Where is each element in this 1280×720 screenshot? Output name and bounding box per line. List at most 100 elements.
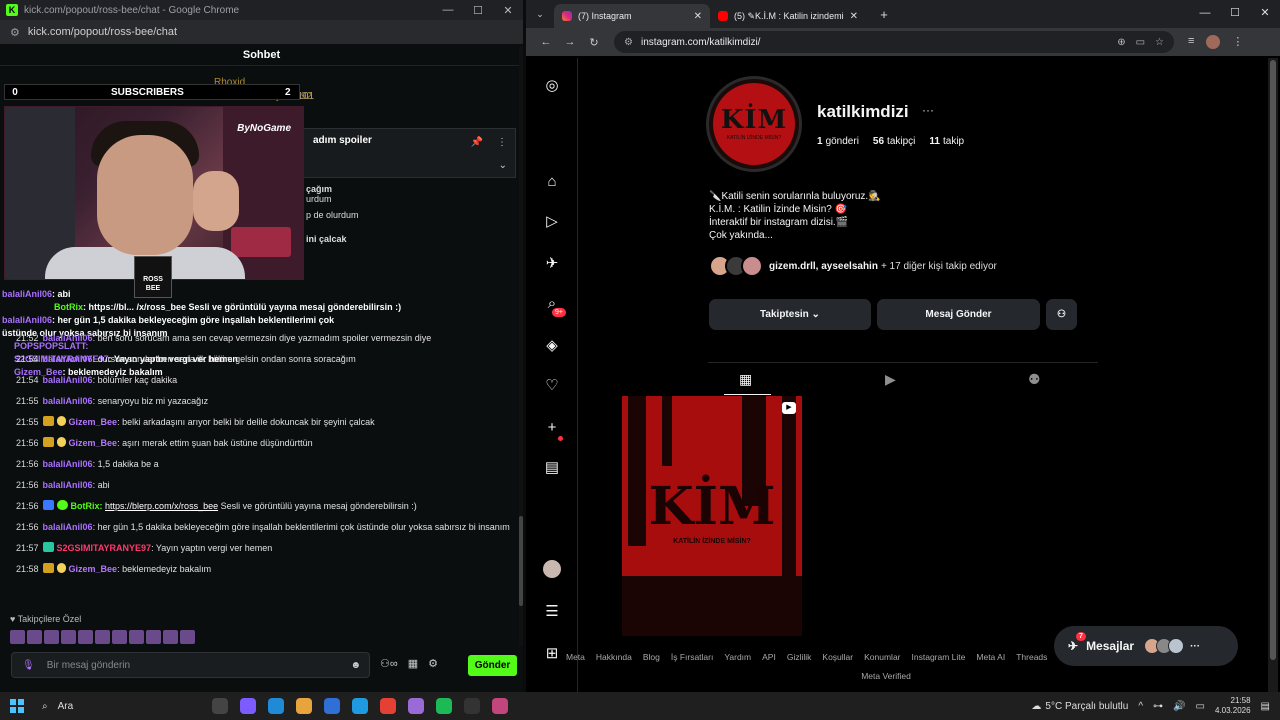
message-username[interactable]: balaliAnil06	[43, 354, 93, 364]
posts-grid-icon[interactable]: ▦	[739, 371, 752, 388]
footer-link[interactable]: Meta	[566, 652, 585, 662]
store-icon[interactable]	[324, 698, 340, 714]
message-username[interactable]: balaliAnil06	[43, 459, 93, 469]
footer-meta-verified[interactable]: Meta Verified	[646, 671, 1126, 681]
emote-icon[interactable]	[146, 630, 161, 644]
chrome-icon[interactable]	[380, 698, 396, 714]
reels-tab-icon[interactable]: ▶	[885, 371, 896, 388]
app-icon[interactable]	[408, 698, 424, 714]
more-options-icon[interactable]: ···	[922, 103, 934, 117]
address-bar[interactable]: ⚙ kick.com/popout/ross-bee/chat	[0, 20, 523, 44]
copilot-icon[interactable]	[240, 698, 256, 714]
forward-icon[interactable]: →	[558, 36, 582, 48]
emote-icon[interactable]	[95, 630, 110, 644]
posts-count[interactable]: 1 gönderi	[817, 136, 859, 147]
profile-avatar[interactable]	[1206, 35, 1221, 49]
new-tab-button[interactable]: +	[872, 4, 896, 28]
emote-icon[interactable]	[163, 630, 178, 644]
tray-chevron-icon[interactable]: ^	[1138, 701, 1143, 712]
emote-icon[interactable]	[78, 630, 93, 644]
pin-icon[interactable]: 📌	[471, 137, 483, 148]
tab-youtube[interactable]: (5) ✎K.İ.M : Katilin izindemisin ✕	[710, 4, 866, 28]
file-explorer-icon[interactable]	[296, 698, 312, 714]
emote-icon[interactable]	[112, 630, 127, 644]
edge-icon[interactable]	[268, 698, 284, 714]
clock[interactable]: 21:58 4.03.2026	[1215, 696, 1251, 716]
taskbar-search[interactable]: ⌕ Ara	[42, 701, 192, 712]
volume-icon[interactable]: 🔊	[1173, 701, 1185, 712]
emote-icon[interactable]	[27, 630, 42, 644]
footer-link[interactable]: Hakkında	[596, 652, 632, 662]
create-plus-icon[interactable]: +	[542, 418, 562, 438]
chevron-down-icon[interactable]: ⌄	[499, 160, 507, 171]
chatters-icon[interactable]: ⚇∞	[380, 657, 398, 670]
battery-icon[interactable]: ▭	[1196, 701, 1205, 712]
footer-link[interactable]: Gizlilik	[787, 652, 812, 662]
message-username[interactable]: S2GSIMITAYRANYE97	[57, 543, 152, 553]
footer-link[interactable]: Koşullar	[822, 652, 853, 662]
menu-hamburger-icon[interactable]: ☰	[542, 602, 562, 622]
address-bar[interactable]: ⚙ instagram.com/katilkimdizi/ ⊕ ▭ ☆	[614, 31, 1174, 53]
tab-instagram[interactable]: (7) Instagram ✕	[554, 4, 710, 28]
reload-icon[interactable]: ↻	[582, 36, 606, 49]
network-icon[interactable]: ⊶	[1153, 701, 1163, 712]
close-tab-icon[interactable]: ✕	[850, 11, 858, 22]
more-options-icon[interactable]: ⋮	[497, 137, 507, 148]
reels-icon[interactable]: ▷	[542, 212, 562, 232]
back-icon[interactable]: ←	[534, 36, 558, 48]
site-settings-icon[interactable]: ⚙	[624, 37, 633, 48]
cast-icon[interactable]: ▭	[1136, 37, 1145, 48]
home-icon[interactable]: ⌂	[542, 172, 562, 192]
message-username[interactable]: balaliAnil06	[43, 375, 93, 385]
profile-picture[interactable]: KİM KATİLİN İZİNDE MİSİN?	[706, 76, 802, 172]
settings-gear-icon[interactable]: ⚙	[428, 657, 438, 670]
message-button[interactable]: Mesaj Gönder	[877, 299, 1040, 330]
spotify-icon[interactable]	[436, 698, 452, 714]
footer-link[interactable]: Yardım	[724, 652, 751, 662]
close-icon[interactable]: ✕	[1250, 0, 1280, 26]
task-view-icon[interactable]	[212, 698, 228, 714]
footer-link[interactable]: Konumlar	[864, 652, 900, 662]
maximize-icon[interactable]: ☐	[463, 4, 493, 17]
close-tab-icon[interactable]: ✕	[694, 11, 702, 22]
dashboard-icon[interactable]: ▤	[542, 458, 562, 478]
emote-icon[interactable]	[61, 630, 76, 644]
weather-widget[interactable]: ☁ 5°C Parçalı bulutlu	[1031, 701, 1128, 712]
outlook-icon[interactable]	[352, 698, 368, 714]
notifications-heart-icon[interactable]: ♡	[542, 376, 562, 396]
close-icon[interactable]: ✕	[493, 4, 523, 17]
minimize-icon[interactable]: —	[433, 4, 463, 17]
obs-icon[interactable]	[464, 698, 480, 714]
footer-link[interactable]: Threads	[1016, 652, 1047, 662]
microphone-icon[interactable]: 🎙	[22, 660, 35, 671]
windows-start-icon[interactable]	[10, 699, 24, 713]
tab-search-icon[interactable]: ⌄	[526, 0, 554, 28]
page-scrollbar[interactable]	[1268, 58, 1278, 692]
store-icon[interactable]: ▦	[408, 657, 418, 670]
message-username[interactable]: Gizem_Bee	[69, 564, 118, 574]
tagged-icon[interactable]: ⚉	[1028, 371, 1041, 388]
explore-icon[interactable]: ◈	[542, 336, 562, 356]
message-link[interactable]: https://blerp.com/x/ross_bee	[105, 501, 218, 511]
footer-link[interactable]: Blog	[643, 652, 660, 662]
following-button[interactable]: Takiptesin ⌄	[709, 299, 871, 330]
pinned-message[interactable]: adım spoiler 📌 ⋮ ⌄	[300, 128, 516, 178]
chat-scrollbar[interactable]	[519, 46, 523, 646]
chat-input[interactable]: 🎙 Bir mesaj gönderin ☻	[11, 652, 370, 678]
footer-link[interactable]: Instagram Lite	[912, 652, 966, 662]
maximize-icon[interactable]: ☐	[1220, 0, 1250, 26]
send-button[interactable]: Gönder	[468, 655, 517, 676]
footer-link[interactable]: Meta AI	[976, 652, 1005, 662]
zoom-icon[interactable]: ⊕	[1117, 37, 1125, 48]
chrome-menu-icon[interactable]: ⋮	[1232, 35, 1243, 49]
notifications-icon[interactable]: ▤	[1261, 701, 1270, 712]
messages-button[interactable]: ✈ 7 Mesajlar ···	[1054, 626, 1238, 666]
reading-list-icon[interactable]: ≡	[1188, 35, 1194, 49]
message-username[interactable]: Gizem_Bee	[69, 417, 118, 427]
message-username[interactable]: balaliAnil06	[43, 480, 93, 490]
footer-link[interactable]: API	[762, 652, 776, 662]
bookmark-star-icon[interactable]: ☆	[1155, 37, 1164, 48]
also-from-meta-icon[interactable]: ⊞	[542, 644, 562, 664]
message-username[interactable]: balaliAnil06	[43, 522, 93, 532]
minimize-icon[interactable]: —	[1190, 0, 1220, 26]
